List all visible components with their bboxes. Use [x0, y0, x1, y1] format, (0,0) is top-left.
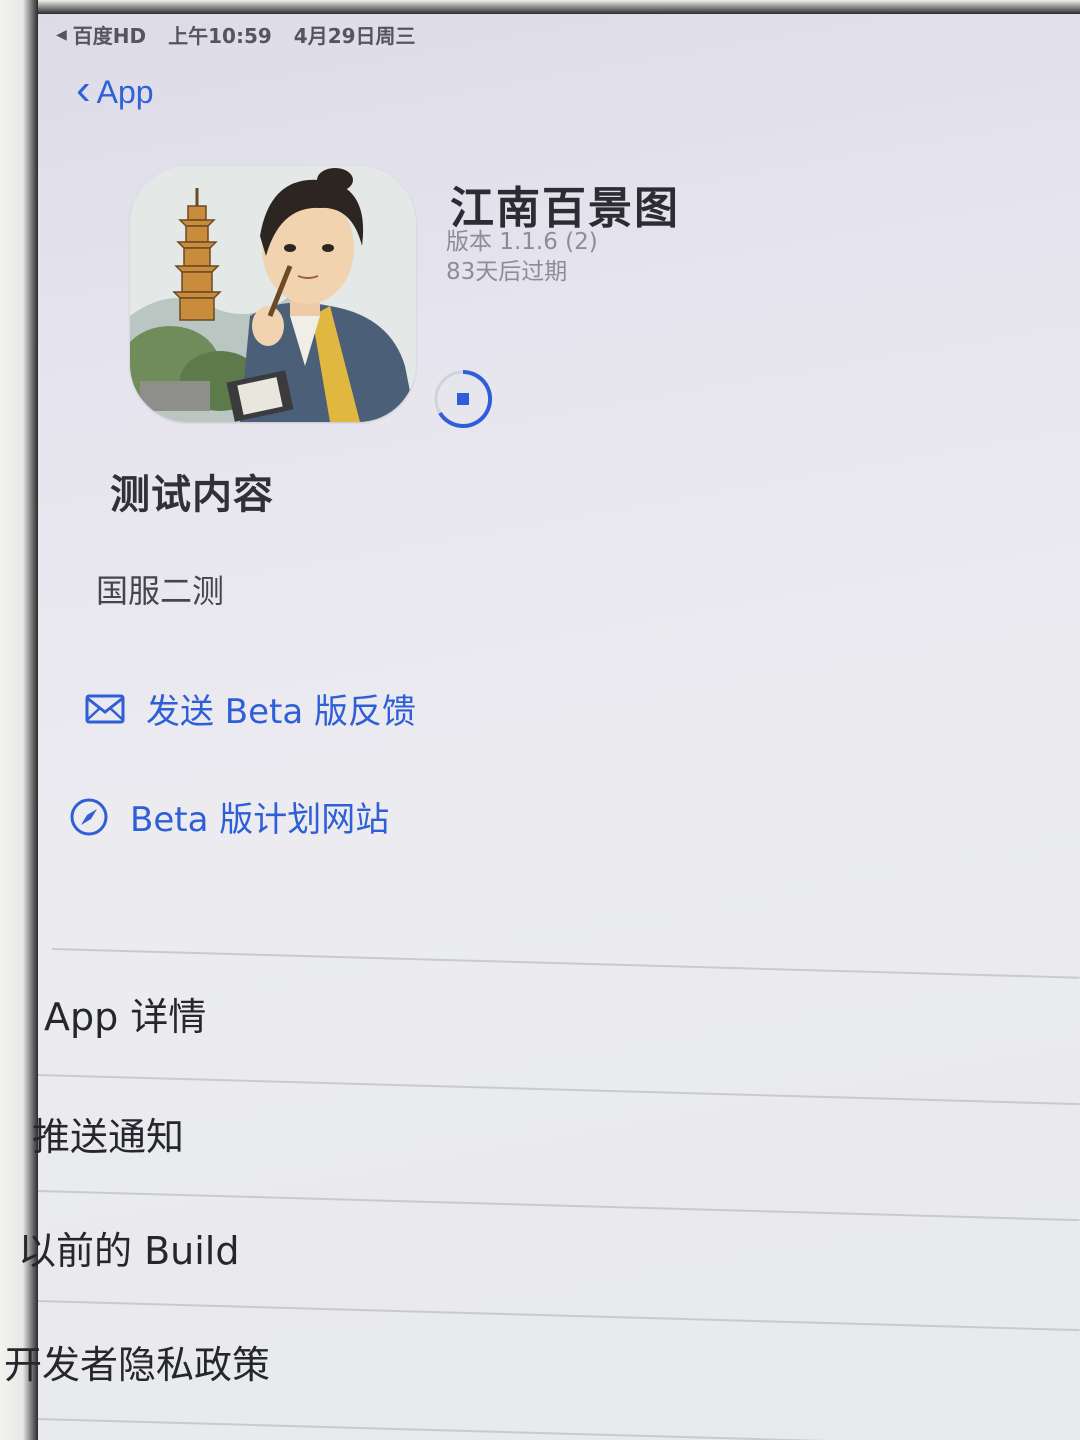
download-progress-stop-button[interactable]: [432, 368, 494, 430]
content-area: ◀ 百度HD 上午10:59 4月29日周三 ‹ App 江南百景图 版本 1.…: [4, 14, 1080, 1440]
send-beta-feedback-link[interactable]: 发送 Beta 版反馈: [84, 684, 416, 733]
list-divider: [51, 948, 1080, 979]
app-icon-illustration: [130, 166, 416, 422]
back-button[interactable]: ‹ App: [76, 68, 154, 112]
mail-icon: [85, 694, 125, 723]
test-content-heading: 测试内容: [110, 472, 274, 518]
device-bezel-top: [0, 0, 1080, 14]
list-divider: [37, 1418, 1080, 1440]
chevron-left-icon: ‹: [76, 65, 91, 114]
test-content-body: 国服二测: [96, 572, 225, 610]
stop-square-icon: [457, 393, 469, 405]
compass-icon: [70, 798, 108, 835]
status-time: 上午10:59: [168, 24, 272, 48]
list-item-developer-privacy-policy[interactable]: 开发者隐私政策: [4, 1334, 270, 1389]
beta-program-website-link[interactable]: Beta 版计划网站: [68, 792, 389, 841]
app-version: 版本 1.1.6 (2): [446, 229, 598, 255]
back-button-label: App: [96, 73, 154, 110]
beta-program-website-label: Beta 版计划网站: [130, 800, 390, 840]
status-carrier[interactable]: 百度HD: [73, 20, 146, 49]
list-divider: [37, 1190, 1080, 1222]
status-date: 4月29日周三: [293, 24, 416, 48]
send-beta-feedback-label: 发送 Beta 版反馈: [146, 692, 417, 732]
screen: ◀ 百度HD 上午10:59 4月29日周三 ‹ App 江南百景图 版本 1.…: [0, 0, 1080, 1440]
list-item-previous-builds[interactable]: 以前的 Build: [18, 1220, 239, 1275]
status-bar: ◀ 百度HD 上午10:59 4月29日周三: [56, 20, 416, 49]
list-divider: [37, 1300, 1080, 1332]
list-item-app-details[interactable]: App 详情: [44, 986, 206, 1041]
back-to-app-icon[interactable]: ◀: [56, 27, 67, 43]
app-expiry: 83天后过期: [446, 259, 568, 285]
list-item-push-notifications[interactable]: 推送通知: [32, 1106, 184, 1161]
app-artwork-icon: [130, 166, 416, 422]
list-divider: [37, 1074, 1080, 1106]
